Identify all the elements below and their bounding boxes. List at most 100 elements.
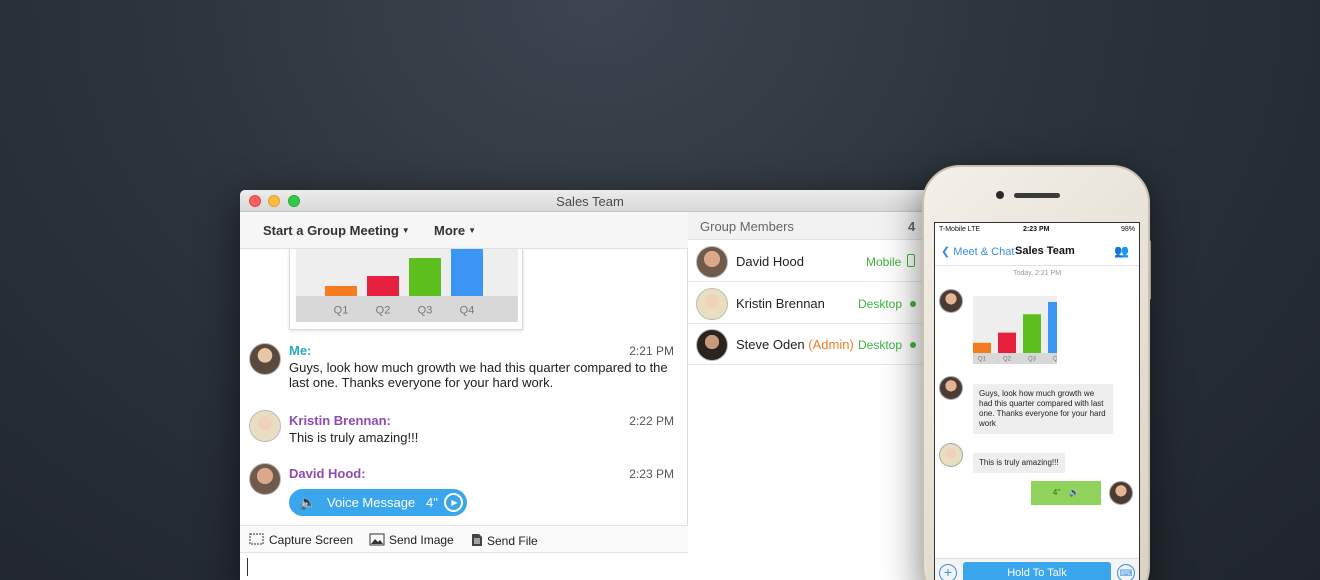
group-members-count: 4 — [908, 219, 916, 234]
more-label: More — [434, 223, 466, 238]
bar-q3 — [409, 258, 441, 296]
message-time: 2:23 PM — [629, 467, 674, 481]
avatar — [696, 288, 728, 320]
member-name: Kristin Brennan — [736, 296, 825, 311]
send-image-button[interactable]: Send Image — [369, 533, 454, 549]
start-group-meeting-label: Start a Group Meeting — [263, 223, 399, 238]
image-icon — [369, 533, 385, 549]
hold-to-talk-button[interactable]: Hold To Talk — [963, 562, 1111, 580]
voice-message-duration: 4" — [1052, 488, 1061, 497]
message-input[interactable] — [240, 553, 688, 580]
play-icon[interactable]: ▶ — [444, 493, 463, 512]
admin-badge: (Admin) — [808, 337, 854, 352]
chat-toolbar: Start a Group Meeting ▼ More ▼ — [240, 212, 688, 249]
message-sender: Kristin Brennan: — [289, 413, 391, 428]
tick-label-q3: Q3 — [1028, 357, 1037, 363]
capture-screen-button[interactable]: Capture Screen — [249, 533, 353, 549]
mobile-icon — [907, 254, 915, 267]
start-group-meeting-menu[interactable]: Start a Group Meeting ▼ — [263, 223, 410, 238]
group-members-title: Group Members — [700, 219, 794, 234]
bar-q3 — [1023, 314, 1041, 353]
bar-q2 — [998, 332, 1016, 353]
phone-device: T-Mobile LTE 2:23 PM 98% ❮ Meet & Chat S… — [922, 165, 1150, 580]
window-title: Sales Team — [556, 194, 624, 209]
avatar[interactable] — [939, 376, 963, 400]
phone-input-bar: + Hold To Talk ⌨ — [935, 558, 1139, 580]
phone-screen: T-Mobile LTE 2:23 PM 98% ❮ Meet & Chat S… — [934, 222, 1140, 580]
keyboard-icon[interactable]: ⌨ — [1117, 564, 1135, 580]
speaker-icon: 🔈 — [299, 494, 317, 510]
tick-label-q2: Q2 — [1003, 357, 1012, 363]
send-file-button[interactable]: Send File — [471, 533, 538, 550]
group-members-icon[interactable]: 👥 — [1114, 244, 1129, 258]
earpiece-icon — [1014, 193, 1060, 198]
tick-label-q4: Q4 — [460, 305, 475, 317]
member-status: Desktop — [858, 297, 903, 311]
carrier-label: T-Mobile LTE — [939, 226, 981, 233]
send-file-label: Send File — [487, 534, 538, 548]
bar-q4 — [451, 249, 483, 296]
voice-message-duration: 4" — [426, 495, 438, 510]
capture-screen-icon — [249, 533, 265, 549]
bar-q4 — [1048, 302, 1066, 353]
chat-pane: Start a Group Meeting ▼ More ▼ Q1 Q2 Q3 Q4 Me… — [240, 212, 688, 580]
chart-attachment[interactable]: Q1 Q2 Q3 Q4 — [973, 296, 1066, 364]
caret-down-icon: ▼ — [468, 226, 476, 235]
message-text: Guys, look how much growth we had this q… — [289, 360, 668, 390]
chat-window: Sales Team Start a Group Meeting ▼ More ▼ … — [240, 190, 940, 580]
chart-attachment[interactable]: Q1 Q2 Q3 Q4 — [289, 249, 523, 330]
speaker-icon: 🔊 — [1069, 488, 1080, 497]
message-text: This is truly amazing!!! — [289, 430, 419, 445]
group-members-header: Group Members 4 — [688, 212, 940, 240]
date-separator: Today, 2:21 PM — [1012, 270, 1062, 277]
file-icon — [471, 533, 483, 550]
text-cursor — [247, 558, 248, 576]
avatar — [696, 246, 728, 278]
tick-label-q1: Q1 — [978, 357, 987, 363]
message-sender: Me: — [289, 343, 312, 358]
group-members-pane: Group Members 4 David Hood Mobile Kristi… — [688, 212, 940, 580]
avatar — [696, 329, 728, 361]
tick-label-q1: Q1 — [334, 305, 349, 317]
message-time: 2:21 PM — [629, 344, 674, 358]
bar-q2 — [367, 276, 399, 296]
message-time: 2:22 PM — [629, 414, 674, 428]
phone-nav-title: Sales Team — [1015, 245, 1075, 257]
battery-label: 98% — [1120, 226, 1135, 233]
member-name: Steve Oden (Admin) — [736, 337, 854, 352]
camera-icon — [996, 191, 1004, 199]
member-item[interactable]: Kristin Brennan Desktop — [688, 283, 940, 324]
status-clock: 2:23 PM — [1023, 226, 1050, 233]
axis-band — [296, 296, 518, 322]
avatar[interactable] — [1109, 481, 1133, 505]
message-bubble: Guys, look how much growth we had this q… — [973, 384, 1113, 434]
bar-q1 — [973, 342, 991, 353]
message-list[interactable]: Q1 Q2 Q3 Q4 Me: 2:21 PM Guys, look how much… — [240, 249, 688, 525]
message-sender: David Hood: — [289, 466, 366, 481]
chevron-left-icon: ❮ — [941, 246, 954, 258]
message-bubble: This is truly amazing!!! — [973, 453, 1065, 473]
tick-label-q3: Q3 — [418, 305, 433, 317]
bar-chart: Q1 Q2 Q3 Q4 — [296, 249, 518, 322]
action-bar: Capture Screen Send Image Send File — [240, 525, 688, 553]
tick-label-q4: Q4 — [1053, 357, 1057, 363]
back-button[interactable]: ❮ Meet & Chat — [941, 245, 1014, 258]
voice-message-bubble[interactable]: 4" 🔊 — [1031, 481, 1101, 505]
member-item[interactable]: David Hood Mobile — [688, 241, 940, 282]
avatar[interactable] — [939, 289, 963, 313]
tick-label-q2: Q2 — [376, 305, 391, 317]
more-menu[interactable]: More ▼ — [434, 223, 476, 238]
avatar[interactable] — [939, 443, 963, 467]
plus-icon[interactable]: + — [939, 564, 957, 580]
avatar[interactable] — [249, 343, 281, 375]
voice-message-button[interactable]: 🔈 Voice Message 4" ▶ — [289, 489, 467, 516]
avatar[interactable] — [249, 463, 281, 495]
caret-down-icon: ▼ — [401, 226, 410, 235]
capture-screen-label: Capture Screen — [269, 533, 354, 547]
member-item[interactable]: Steve Oden (Admin) Desktop — [688, 324, 940, 365]
online-dot-icon — [910, 342, 916, 348]
title-bar[interactable]: Sales Team — [240, 190, 940, 212]
member-name: David Hood — [736, 254, 804, 269]
status-bar: T-Mobile LTE 2:23 PM 98% — [935, 223, 1139, 236]
avatar[interactable] — [249, 410, 281, 442]
